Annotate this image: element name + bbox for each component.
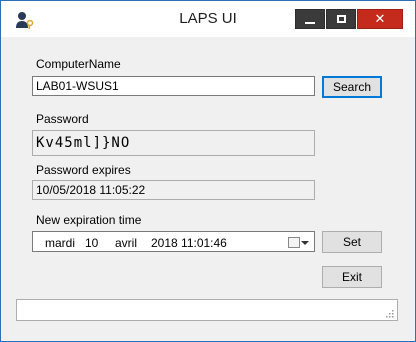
- password-label: Password: [36, 112, 89, 126]
- calendar-icon[interactable]: [288, 237, 300, 248]
- exit-button[interactable]: Exit: [322, 266, 382, 288]
- password-expires-field[interactable]: 10/05/2018 11:05:22: [32, 180, 315, 200]
- computer-name-label: ComputerName: [36, 57, 121, 71]
- laps-ui-window: LAPS UI ✕ ComputerName LAB01-WSUS1 Searc…: [0, 0, 416, 342]
- minimize-button[interactable]: [295, 9, 325, 29]
- computer-name-input[interactable]: LAB01-WSUS1: [32, 76, 315, 96]
- close-icon: ✕: [374, 11, 386, 26]
- search-button[interactable]: Search: [322, 76, 382, 98]
- maximize-button[interactable]: [326, 9, 356, 29]
- minimize-icon: [305, 22, 315, 24]
- password-expires-label: Password expires: [36, 163, 131, 177]
- new-expiration-label: New expiration time: [36, 213, 142, 227]
- maximize-icon: [336, 15, 346, 23]
- resize-grip-icon[interactable]: [384, 308, 394, 318]
- status-bar: [16, 299, 398, 321]
- close-button[interactable]: ✕: [357, 9, 403, 29]
- chevron-down-icon[interactable]: [301, 241, 309, 245]
- expiration-date-picker[interactable]: mardi 10 avril 2018 11:01:46: [32, 231, 315, 252]
- set-button[interactable]: Set: [322, 231, 382, 253]
- date-weekday[interactable]: mardi: [45, 236, 75, 250]
- date-day[interactable]: 10: [85, 236, 98, 250]
- date-year-time[interactable]: 2018 11:01:46: [151, 236, 227, 250]
- date-month[interactable]: avril: [115, 236, 137, 250]
- title-bar[interactable]: LAPS UI ✕: [1, 1, 415, 37]
- password-field[interactable]: Kv45ml]}NO: [32, 130, 315, 156]
